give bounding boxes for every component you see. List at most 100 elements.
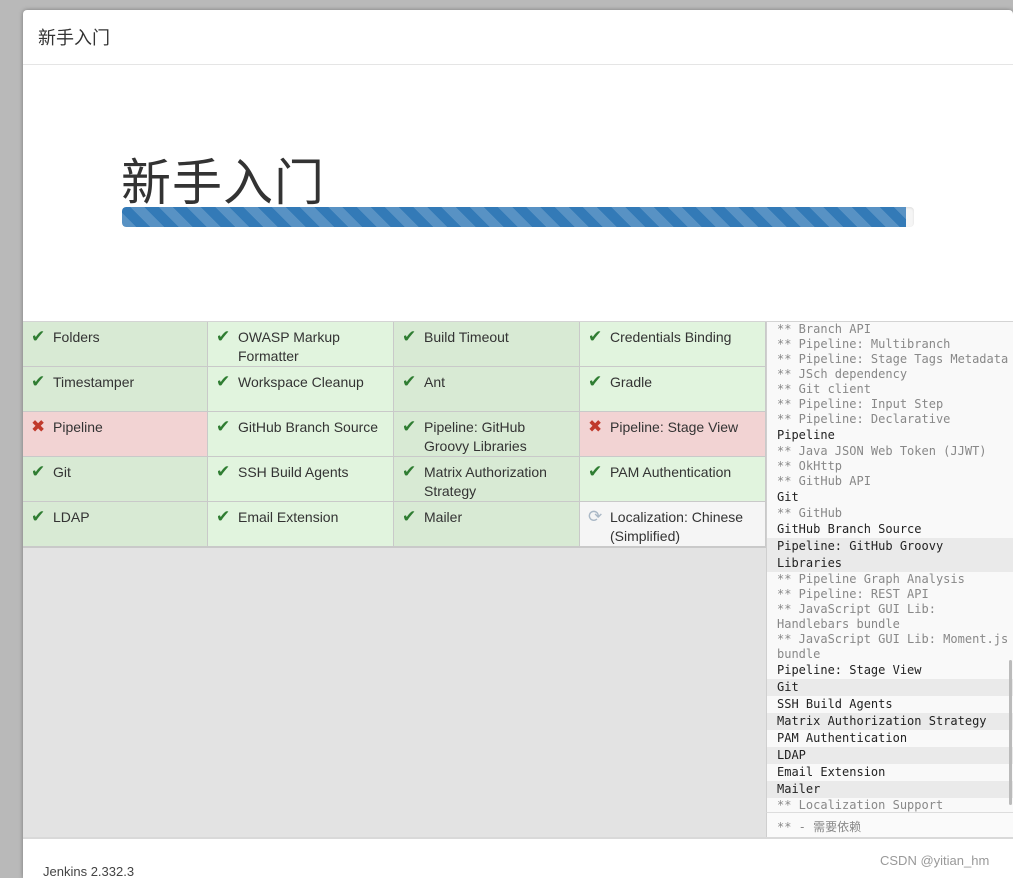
plugin-name: Build Timeout	[424, 329, 509, 345]
watermark: CSDN @yitian_hm	[880, 853, 990, 868]
check-icon: ✔	[402, 507, 417, 526]
jenkins-version: Jenkins 2.332.3	[43, 864, 135, 878]
log-plugin-line: GitHub Branch Source	[777, 522, 922, 536]
plugin-name: PAM Authentication	[610, 464, 732, 480]
plugin-name: SSH Build Agents	[238, 464, 349, 480]
plugin-name: Git	[53, 464, 71, 480]
plugin-name: LDAP	[53, 509, 90, 525]
plugin-cell: ✔ Gradle	[580, 367, 766, 412]
check-icon: ✔	[31, 462, 46, 481]
dialog-header: 新手入门	[23, 10, 1013, 65]
plugin-cell: ✔ SSH Build Agents	[208, 457, 394, 502]
log-plugin-line: Matrix Authorization Strategy	[767, 713, 1013, 730]
plugin-cell: ✔ OWASP Markup Formatter	[208, 322, 394, 367]
plugin-cell: ✔ LDAP	[23, 502, 208, 547]
log-dependency-line: ** Pipeline: Multibranch	[777, 337, 951, 351]
log-plugin-line: Git	[767, 679, 1013, 696]
plugin-name: Credentials Binding	[610, 329, 732, 345]
plugin-name: Email Extension	[238, 509, 339, 525]
plugin-cell: ✔ Pipeline: GitHub Groovy Libraries	[394, 412, 580, 457]
refresh-icon: ⟳	[588, 507, 603, 526]
check-icon: ✔	[402, 327, 417, 346]
plugin-cell: ✔ Folders	[23, 322, 208, 367]
log-dependency-line: ** GitHub API	[777, 474, 871, 488]
check-icon: ✔	[31, 372, 46, 391]
log-plugin-line: Git	[777, 490, 799, 504]
plugin-name: Pipeline	[53, 419, 103, 435]
log-plugin-line: SSH Build Agents	[777, 697, 893, 711]
log-plugin-line: LDAP	[767, 747, 1013, 764]
log-plugin-line: Pipeline: Stage View	[777, 663, 922, 677]
plugin-cell: ✔ Credentials Binding	[580, 322, 766, 367]
log-dependency-line: ** Localization Support	[777, 798, 944, 812]
plugin-name: Pipeline: Stage View	[610, 419, 739, 435]
check-icon: ✔	[216, 507, 231, 526]
log-dependency-line: ** Java JSON Web Token (JJWT)	[777, 444, 987, 458]
check-icon: ✔	[588, 462, 603, 481]
progress-bar-fill	[122, 207, 907, 227]
check-icon: ✔	[31, 327, 46, 346]
dependency-legend: ** - 需要依赖	[766, 812, 1013, 837]
check-icon: ✔	[402, 372, 417, 391]
log-plugin-line: Pipeline: GitHub Groovy Libraries	[767, 538, 1013, 572]
log-dependency-line: ** Pipeline: Input Step	[777, 397, 944, 411]
plugin-status-grid: ✔ Folders ✔ OWASP Markup Formatter ✔ Build Ti…	[23, 322, 766, 548]
log-plugin-line: Pipeline	[777, 428, 835, 442]
plugin-name: Gradle	[610, 374, 653, 390]
log-dependency-line: ** Branch API	[777, 322, 871, 336]
plugin-cell: ⟳ Localization: Chinese (Simplified)	[580, 502, 766, 547]
log-dependency-line: ** Pipeline: REST API	[777, 587, 929, 601]
plugin-cell: ✖ Pipeline: Stage View	[580, 412, 766, 457]
log-dependency-line: ** OkHttp	[777, 459, 843, 473]
log-plugin-line: PAM Authentication	[777, 731, 908, 745]
plugin-cell: ✔ Matrix Authorization Strategy	[394, 457, 580, 502]
log-dependency-line: ** Pipeline: Stage Tags Metadata	[777, 352, 1009, 366]
plugin-cell: ✖ Pipeline	[23, 412, 208, 457]
plugin-cell: ✔ Ant	[394, 367, 580, 412]
dialog-title: 新手入门	[38, 28, 110, 48]
check-icon: ✔	[402, 417, 417, 436]
install-log[interactable]: ** Branch API ** Pipeline: Multibranch ** …	[766, 322, 1013, 812]
check-icon: ✔	[216, 327, 231, 346]
log-dependency-line: ** GitHub	[777, 506, 843, 520]
log-dependency-line: ** Pipeline: Declarative	[777, 412, 951, 426]
plugin-name: Timestamper	[53, 374, 135, 390]
log-scrollbar[interactable]	[1009, 660, 1012, 805]
plugin-name: Ant	[424, 374, 446, 390]
check-icon: ✔	[402, 462, 417, 481]
plugin-cell: ✔ Mailer	[394, 502, 580, 547]
log-plugin-line: Email Extension	[777, 765, 886, 779]
log-dependency-line: ** JavaScript GUI Lib: Moment.js bundle	[777, 632, 1009, 661]
plugin-cell: ✔ Timestamper	[23, 367, 208, 412]
plugin-name: Folders	[53, 329, 100, 345]
plugin-cell: ✔ PAM Authentication	[580, 457, 766, 502]
log-dependency-line: ** JSch dependency	[777, 367, 908, 381]
plugin-name: OWASP Markup Formatter	[238, 329, 340, 364]
plugin-name: Localization: Chinese (Simplified)	[610, 509, 744, 544]
check-icon: ✔	[216, 462, 231, 481]
footer: Jenkins 2.332.3	[23, 837, 1013, 878]
plugin-name: GitHub Branch Source	[238, 419, 379, 435]
check-icon: ✔	[31, 507, 46, 526]
plugin-cell: ✔ GitHub Branch Source	[208, 412, 394, 457]
log-dependency-line: ** Pipeline Graph Analysis	[777, 572, 965, 586]
setup-wizard-window: 新手入门 新手入门 ✔ Folders ✔ OWASP Markup Formatte…	[23, 10, 1013, 878]
plugin-name: Matrix Authorization Strategy	[424, 464, 547, 499]
install-body: ✔ Folders ✔ OWASP Markup Formatter ✔ Build Ti…	[23, 322, 1013, 837]
check-icon: ✔	[216, 417, 231, 436]
plugin-cell: ✔ Email Extension	[208, 502, 394, 547]
log-dependency-line: ** JavaScript GUI Lib: Handlebars bundle	[777, 602, 944, 631]
log-plugin-line: Mailer	[767, 781, 1013, 798]
hero-section: 新手入门	[23, 65, 1013, 322]
log-dependency-line: ** Git client	[777, 382, 871, 396]
install-progress-bar	[122, 207, 914, 227]
plugin-name: Workspace Cleanup	[238, 374, 364, 390]
page-title: 新手入门	[121, 155, 325, 211]
plugin-cell: ✔ Build Timeout	[394, 322, 580, 367]
plugin-name: Mailer	[424, 509, 463, 525]
plugin-name: Pipeline: GitHub Groovy Libraries	[424, 419, 527, 454]
cross-icon: ✖	[588, 417, 603, 436]
plugin-cell: ✔ Git	[23, 457, 208, 502]
cross-icon: ✖	[31, 417, 46, 436]
check-icon: ✔	[216, 372, 231, 391]
